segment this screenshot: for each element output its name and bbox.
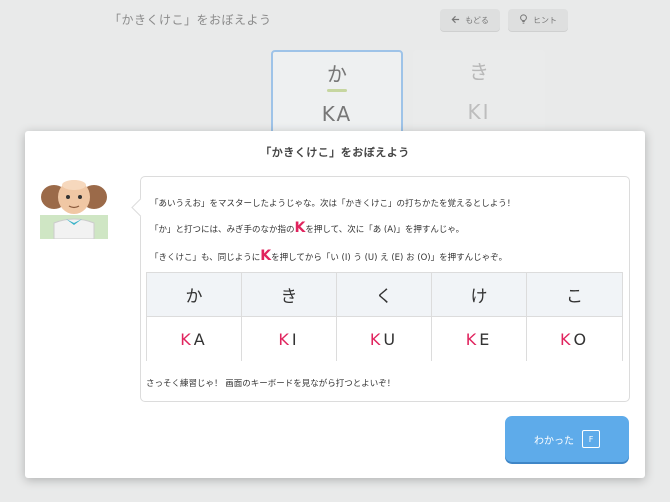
table-romaji-cell: KO	[527, 317, 622, 361]
romaji-consonant: K	[278, 329, 292, 349]
instruction-line-3-text-a: 「きくけこ」も、同じように	[150, 253, 261, 263]
card-divider	[327, 89, 347, 92]
card-kana: か	[327, 62, 347, 86]
arrow-left-icon	[451, 15, 460, 26]
romaji-consonant: K	[180, 329, 194, 349]
romaji-vowel: E	[479, 329, 493, 349]
instruction-line-3: 「きくけこ」も、同じようにKを押してから「い (I) う (U) え (E) お…	[150, 248, 507, 264]
instruction-line-1: 「あいうえお」をマスターしたようじゃな。次は「かきくけこ」の打ちかたを覚えるとし…	[150, 199, 516, 209]
instruction-line-4: さっそく練習じゃ！ 画面のキーボードを見ながら打つとよいぞ！	[146, 379, 396, 389]
table-kana-cell: き	[242, 273, 337, 317]
table-kana-cell: く	[337, 273, 432, 317]
table-romaji-cell: KU	[337, 317, 432, 361]
table-kana-cell: け	[432, 273, 527, 317]
romaji-vowel: I	[291, 329, 300, 349]
key-k-highlight: K	[260, 248, 272, 264]
back-label: もどる	[465, 15, 489, 25]
kana-romaji-table: か き く け こ KA KI KU KE KO	[146, 272, 623, 361]
romaji-vowel: U	[383, 329, 399, 349]
hint-button[interactable]: ヒント	[508, 9, 568, 31]
table-kana-cell: か	[147, 273, 242, 317]
speech-bubble: 「あいうえお」をマスターしたようじゃな。次は「かきくけこ」の打ちかたを覚えるとし…	[140, 176, 630, 402]
shortcut-key-badge: F	[582, 430, 600, 448]
romaji-consonant: K	[559, 329, 574, 349]
instruction-line-2-text-b: を押して、次に「あ (A)」を押すんじゃ。	[305, 225, 465, 235]
card-kana: き	[469, 60, 489, 84]
understood-label: わかった	[534, 435, 574, 447]
back-button[interactable]: もどる	[440, 9, 500, 31]
dialog-title: 「かきくけこ」をおぼえよう	[260, 146, 410, 159]
card-romaji: KI	[467, 100, 491, 124]
romaji-consonant: K	[369, 329, 384, 349]
instruction-line-3-text-b: を押してから「い (I) う (U) え (E) お (O)」を押すんじゃぞ。	[271, 253, 508, 263]
table-romaji-cell: KE	[432, 317, 527, 361]
romaji-vowel: O	[573, 329, 590, 349]
page-title: 「かきくけこ」をおぼえよう	[109, 13, 272, 27]
card-romaji: KA	[321, 102, 353, 126]
romaji-vowel: A	[193, 329, 208, 349]
understood-button[interactable]: わかった F	[505, 416, 629, 462]
lesson-dialog: 「かきくけこ」をおぼえよう 「あいうえお」をマスターしたようじゃな。次は「かきく…	[25, 131, 645, 478]
table-romaji-cell: KA	[147, 317, 242, 361]
table-romaji-cell: KI	[242, 317, 337, 361]
table-kana-cell: こ	[527, 273, 622, 317]
hint-label: ヒント	[533, 15, 557, 25]
professor-avatar	[40, 177, 108, 240]
key-k-highlight: K	[294, 220, 306, 236]
lightbulb-icon	[519, 14, 528, 26]
instruction-line-2: 「か」と打つには、みぎ手のなか指のKを押して、次に「あ (A)」を押すんじゃ。	[150, 220, 464, 236]
instruction-line-2-text-a: 「か」と打つには、みぎ手のなか指の	[150, 225, 295, 235]
romaji-consonant: K	[465, 329, 480, 349]
